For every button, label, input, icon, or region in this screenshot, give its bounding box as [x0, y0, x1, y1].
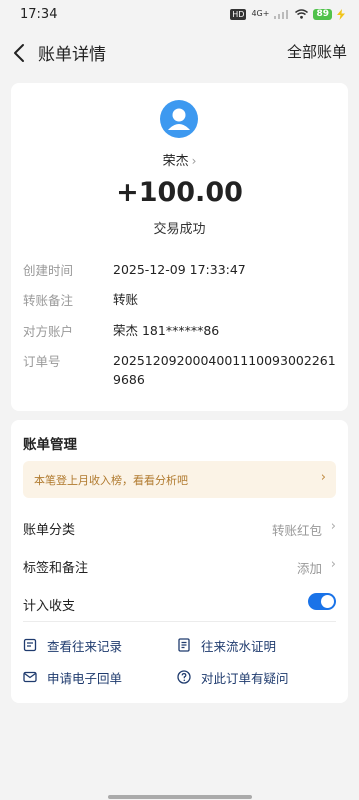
question-icon: [177, 670, 191, 684]
count-in-budget-row: 计入收支: [23, 593, 336, 617]
transaction-status: 交易成功: [153, 222, 206, 237]
bill-category-row[interactable]: 账单分类 转账红包 ›: [23, 519, 336, 541]
chevron-right-icon: ›: [330, 557, 336, 572]
detail-value: 转账: [113, 292, 139, 307]
tip-text: 本笔登上月收入榜，看看分析吧: [34, 474, 188, 487]
view-records-button[interactable]: 查看往来记录: [23, 635, 122, 655]
user-icon: [168, 108, 190, 130]
records-icon: [23, 638, 37, 652]
transaction-card: 荣杰 › +100.00 交易成功 创建时间 2025-12-09 17:33:4…: [11, 83, 348, 411]
bill-management-card: 账单管理 本笔登上月收入榜，看看分析吧 › 账单分类 转账红包 › 标签和备注 …: [11, 420, 348, 703]
all-bills-link[interactable]: 全部账单: [287, 41, 347, 62]
page-title: 账单详情: [38, 45, 106, 65]
hd-badge: HD: [230, 8, 247, 20]
avatar[interactable]: [160, 100, 198, 138]
charging-icon: [337, 8, 345, 20]
payer-name: 荣杰: [162, 154, 189, 169]
detail-label: 转账备注: [23, 293, 74, 308]
wifi-icon: [295, 9, 309, 19]
section-title: 账单管理: [23, 437, 77, 453]
mail-icon: [23, 671, 37, 683]
detail-label: 对方账户: [23, 324, 74, 339]
detail-value: 荣杰 181******86: [113, 323, 220, 338]
status-bar: 17:34 HD 4G+ 89: [0, 0, 359, 28]
chevron-right-icon: ›: [191, 154, 197, 168]
action-label: 对此订单有疑问: [201, 670, 289, 686]
home-indicator[interactable]: [108, 795, 252, 799]
status-icons: HD 4G+ 89: [230, 8, 345, 20]
option-label: 账单分类: [23, 523, 76, 538]
chevron-right-icon: ›: [320, 470, 326, 485]
option-label: 计入收支: [23, 599, 76, 614]
signal-icon: [274, 10, 289, 19]
action-label: 往来流水证明: [201, 638, 277, 654]
status-time: 17:34: [20, 6, 58, 22]
amount: +100.00: [116, 177, 243, 208]
payer-name-row[interactable]: 荣杰 ›: [11, 150, 348, 169]
action-label: 查看往来记录: [47, 638, 123, 654]
header: 账单详情 全部账单: [0, 34, 359, 72]
tags-notes-row[interactable]: 标签和备注 添加 ›: [23, 557, 336, 579]
detail-value: 2025-12-09 17:33:47: [113, 262, 246, 277]
option-value: 转账红包: [271, 523, 322, 538]
income-tip-banner[interactable]: 本笔登上月收入榜，看看分析吧 ›: [23, 461, 336, 498]
battery-indicator: 89: [313, 8, 332, 20]
statement-icon: [178, 638, 190, 652]
chevron-right-icon: ›: [330, 519, 336, 534]
action-label: 申请电子回单: [47, 670, 123, 686]
count-in-budget-toggle[interactable]: [308, 593, 336, 610]
back-icon[interactable]: [10, 41, 30, 65]
toggle-knob: [321, 595, 334, 608]
order-number[interactable]: 20251209200040011100930022619686: [113, 351, 338, 389]
detail-label: 创建时间: [23, 263, 74, 278]
option-label: 标签和备注: [23, 561, 89, 576]
order-question-button[interactable]: 对此订单有疑问: [177, 667, 289, 687]
e-receipt-button[interactable]: 申请电子回单: [23, 667, 122, 687]
statement-proof-button[interactable]: 往来流水证明: [177, 635, 276, 655]
option-value: 添加: [296, 561, 322, 576]
detail-label: 订单号: [23, 354, 61, 369]
network-label: 4G+: [251, 9, 270, 18]
divider: [23, 621, 336, 622]
